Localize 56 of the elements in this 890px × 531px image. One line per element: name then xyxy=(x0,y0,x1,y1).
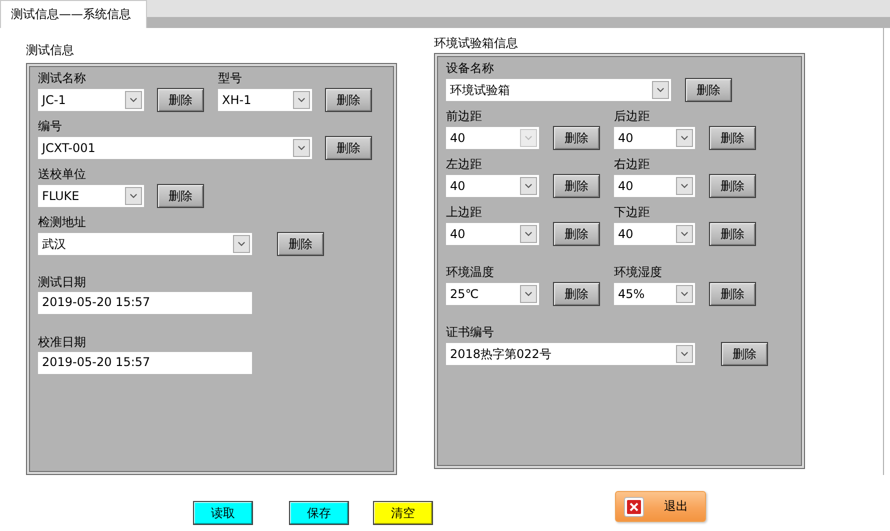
dropdown-field[interactable]: FLUKE xyxy=(38,185,144,207)
dropdown-field[interactable]: JC-1 xyxy=(38,89,144,111)
close-icon xyxy=(624,496,644,516)
dropdown-field[interactable]: 45% xyxy=(614,283,695,305)
field-label: 检测地址 xyxy=(38,214,87,231)
delete-button[interactable]: 删除 xyxy=(157,184,204,208)
field-label: 环境温度 xyxy=(446,264,495,281)
delete-button[interactable]: 删除 xyxy=(277,232,324,256)
field-label: 证书编号 xyxy=(446,324,495,341)
dropdown-field[interactable]: 环境试验箱 xyxy=(446,79,671,101)
field-label: 型号 xyxy=(218,70,243,87)
field-label: 编号 xyxy=(38,118,63,135)
delete-button[interactable]: 删除 xyxy=(721,342,768,366)
field-label: 前边距 xyxy=(446,108,483,125)
dropdown-field[interactable]: 40 xyxy=(446,175,539,197)
field-label: 设备名称 xyxy=(446,60,495,77)
action-button[interactable]: 保存 xyxy=(289,501,349,525)
dropdown-field[interactable]: 40 xyxy=(614,175,695,197)
field-label: 上边距 xyxy=(446,204,483,221)
dropdown-field[interactable]: 40 xyxy=(446,223,539,245)
exit-button[interactable]: 退出 xyxy=(615,491,706,522)
panel-title: 环境试验箱信息 xyxy=(434,35,519,52)
delete-button[interactable]: 删除 xyxy=(325,136,372,160)
field-label: 校准日期 xyxy=(38,334,87,351)
delete-button[interactable]: 删除 xyxy=(709,282,756,306)
field-label: 后边距 xyxy=(614,108,651,125)
delete-button[interactable]: 删除 xyxy=(553,222,600,246)
dropdown-field[interactable]: 25℃ xyxy=(446,283,539,305)
field-label: 右边距 xyxy=(614,156,651,173)
field-label: 下边距 xyxy=(614,204,651,221)
dropdown-field[interactable]: 2018热字第022号 xyxy=(446,343,695,365)
tab[interactable]: 测试信息——系统信息 xyxy=(0,0,147,28)
action-button[interactable]: 读取 xyxy=(193,501,253,525)
field-label: 测试日期 xyxy=(38,274,87,291)
delete-button[interactable]: 删除 xyxy=(553,282,600,306)
action-button[interactable]: 清空 xyxy=(373,501,433,525)
field-label: 送校单位 xyxy=(38,166,87,183)
delete-button[interactable]: 删除 xyxy=(709,222,756,246)
dropdown-field[interactable]: 40 xyxy=(614,223,695,245)
panel-title: 测试信息 xyxy=(26,42,75,59)
delete-button[interactable]: 删除 xyxy=(685,78,732,102)
delete-button[interactable]: 删除 xyxy=(709,126,756,150)
delete-button[interactable]: 删除 xyxy=(325,88,372,112)
field-label: 测试名称 xyxy=(38,70,87,87)
delete-button[interactable]: 删除 xyxy=(157,88,204,112)
dropdown-field[interactable]: XH-1 xyxy=(218,89,312,111)
date-field[interactable]: 2019-05-20 15:57 xyxy=(38,352,252,374)
dropdown-field[interactable]: 40 xyxy=(614,127,695,149)
delete-button[interactable]: 删除 xyxy=(709,174,756,198)
exit-label: 退出 xyxy=(664,498,688,515)
dropdown-field[interactable]: 武汉 xyxy=(38,233,252,255)
field-label: 左边距 xyxy=(446,156,483,173)
dropdown-field[interactable]: JCXT-001 xyxy=(38,137,312,159)
date-field[interactable]: 2019-05-20 15:57 xyxy=(38,292,252,314)
field-label: 环境湿度 xyxy=(614,264,663,281)
delete-button[interactable]: 删除 xyxy=(553,174,600,198)
